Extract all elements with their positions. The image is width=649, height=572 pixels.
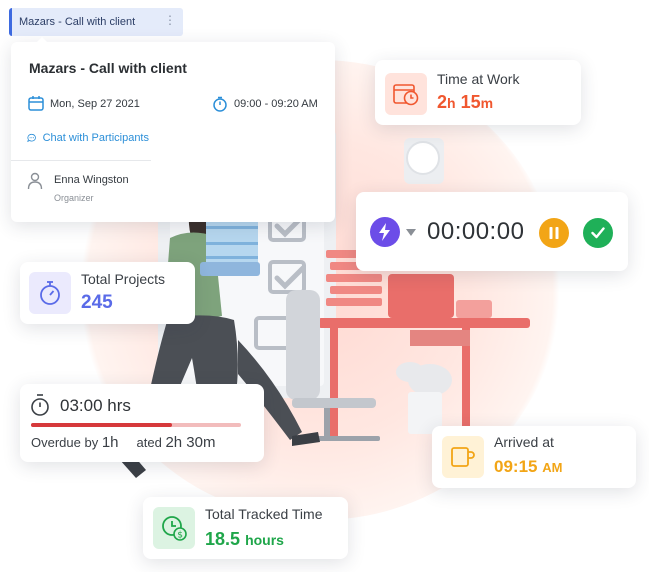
- event-time: 09:00 - 09:20 AM: [234, 98, 318, 110]
- arrived-label: Arrived at: [494, 434, 554, 450]
- hours-unit: h: [447, 95, 456, 111]
- overdue-progress-fill: [31, 423, 172, 427]
- more-options-icon[interactable]: ⋮: [164, 14, 176, 26]
- stopwatch-icon: [213, 96, 227, 112]
- calendar-clock-icon: [393, 84, 419, 106]
- tracked-value: 18.5: [205, 529, 241, 549]
- complete-button[interactable]: [583, 218, 613, 248]
- total-projects-value: 245: [81, 292, 113, 313]
- event-title: Mazars - Call with client: [29, 60, 187, 76]
- total-projects-label: Total Projects: [81, 271, 166, 287]
- arrived-icon-box: [442, 436, 484, 478]
- event-date: Mon, Sep 27 2021: [50, 97, 140, 110]
- overdue-progress-track: [31, 423, 241, 427]
- event-time-row: 09:00 - 09:20 AM: [212, 96, 318, 112]
- coffee-mug-icon: [451, 447, 475, 467]
- person-icon: [27, 172, 43, 190]
- lightning-icon: [370, 217, 400, 247]
- tracked-unit: hours: [245, 532, 284, 548]
- pause-icon: [549, 227, 559, 239]
- overdue-text-row: Overdue by 1h ated 2h 30m: [31, 434, 216, 451]
- time-at-work-value: 2h 15m: [437, 92, 493, 113]
- event-chip[interactable]: Mazars - Call with client ⋮: [9, 8, 183, 36]
- time-at-work-label: Time at Work: [437, 71, 520, 87]
- event-chip-label: Mazars - Call with client: [19, 16, 136, 28]
- time-at-work-icon-box: [385, 73, 427, 115]
- person-name: Enna Wingston: [54, 174, 129, 186]
- hours-value: 2: [437, 92, 448, 112]
- overdue-prefix: Overdue by: [31, 435, 99, 450]
- chat-row[interactable]: Chat with Participants: [27, 130, 149, 146]
- estimated-value: 2h 30m: [165, 434, 216, 451]
- project-select[interactable]: [370, 217, 416, 247]
- tracked-icon-box: $: [153, 507, 195, 549]
- arrived-time-row: 09:15 AM: [494, 457, 562, 477]
- tracked-label: Total Tracked Time: [205, 506, 323, 522]
- timer-display: 00:00:00: [427, 218, 525, 245]
- person-role: Organizer: [54, 193, 94, 203]
- minutes-unit: m: [480, 95, 494, 111]
- pause-button[interactable]: [539, 218, 569, 248]
- popup-pointer: [36, 37, 48, 43]
- stopwatch-icon: [31, 394, 49, 416]
- event-date-row: Mon, Sep 27 2021: [28, 96, 140, 111]
- checkmark-icon: [591, 227, 605, 239]
- overdue-hours: 03:00 hrs: [60, 396, 131, 415]
- dropdown-arrow-icon: [406, 228, 416, 236]
- chat-icon: [27, 133, 36, 143]
- stopwatch-icon: [40, 281, 60, 305]
- minutes-value: 15: [460, 92, 481, 112]
- arrived-ampm: AM: [542, 460, 563, 475]
- calendar-icon: [28, 96, 44, 111]
- divider: [11, 160, 151, 161]
- chat-link[interactable]: Chat with Participants: [43, 132, 149, 144]
- tracked-value-row: 18.5 hours: [205, 529, 284, 550]
- overdue-estimated-suffix: ated: [136, 435, 162, 450]
- time-money-icon: $: [162, 516, 187, 541]
- arrived-time: 09:15: [494, 457, 538, 476]
- projects-icon-box: [29, 272, 71, 314]
- overdue-value: 1h: [101, 434, 119, 451]
- svg-text:$: $: [177, 531, 183, 541]
